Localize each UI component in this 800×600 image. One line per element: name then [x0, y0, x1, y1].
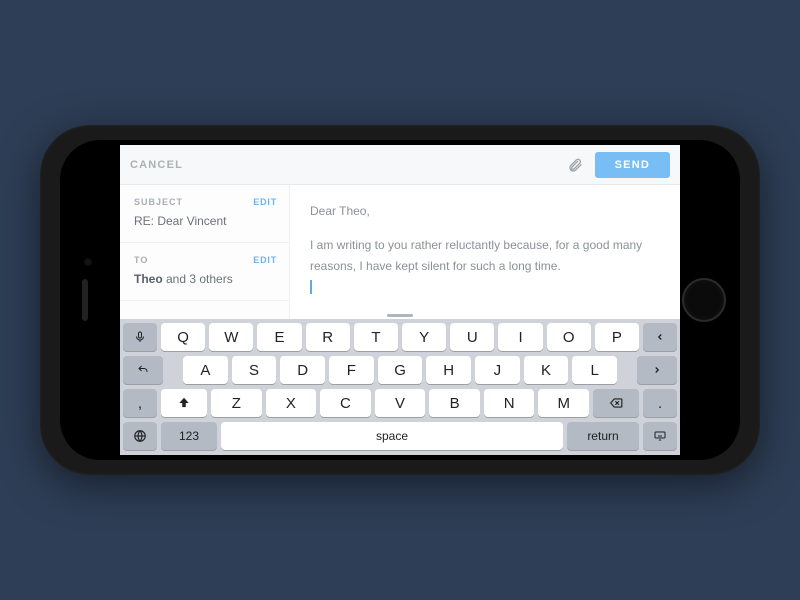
key-t[interactable]: T [354, 323, 398, 351]
attachment-icon[interactable] [565, 155, 585, 175]
chevron-left-icon [655, 331, 665, 343]
key-m[interactable]: M [538, 389, 589, 417]
keyboard-icon [652, 430, 668, 442]
to-label: TO [134, 255, 148, 265]
return-key[interactable]: return [567, 422, 639, 450]
subject-edit-button[interactable]: EDIT [253, 197, 277, 207]
compose-body: SUBJECT EDIT RE: Dear Vincent TO EDIT Th… [120, 185, 680, 319]
key-n[interactable]: N [484, 389, 535, 417]
keyboard-row-3: , Z X C V B N M . [123, 389, 677, 417]
cursor-right-key[interactable] [637, 356, 677, 384]
key-q[interactable]: Q [161, 323, 205, 351]
shift-icon [177, 396, 191, 410]
key-b[interactable]: B [429, 389, 480, 417]
key-a[interactable]: A [183, 356, 228, 384]
numbers-key[interactable]: 123 [161, 422, 217, 450]
home-button[interactable] [682, 278, 726, 322]
undo-icon [135, 364, 151, 376]
compose-greeting: Dear Theo, [310, 201, 660, 221]
key-j[interactable]: J [475, 356, 520, 384]
keyboard: Q W E R T Y U I O P [120, 319, 680, 455]
screen: CANCEL SEND SUBJECT EDIT [120, 145, 680, 455]
send-button[interactable]: SEND [595, 152, 670, 178]
globe-key[interactable] [123, 422, 157, 450]
key-h[interactable]: H [426, 356, 471, 384]
compose-toolbar: CANCEL SEND [120, 145, 680, 185]
key-w[interactable]: W [209, 323, 253, 351]
key-r[interactable]: R [306, 323, 350, 351]
key-l[interactable]: L [572, 356, 617, 384]
period-key[interactable]: . [643, 389, 677, 417]
text-cursor [310, 280, 312, 294]
backspace-icon [607, 396, 625, 410]
shift-key[interactable] [161, 389, 207, 417]
key-p[interactable]: P [595, 323, 639, 351]
meta-sidebar: SUBJECT EDIT RE: Dear Vincent TO EDIT Th… [120, 185, 290, 319]
key-v[interactable]: V [375, 389, 426, 417]
key-c[interactable]: C [320, 389, 371, 417]
cancel-button[interactable]: CANCEL [130, 159, 183, 171]
to-value: Theo and 3 others [134, 272, 277, 286]
to-edit-button[interactable]: EDIT [253, 255, 277, 265]
subject-label: SUBJECT [134, 197, 183, 207]
key-u[interactable]: U [450, 323, 494, 351]
microphone-icon [134, 330, 146, 344]
key-y[interactable]: Y [402, 323, 446, 351]
undo-key[interactable] [123, 356, 163, 384]
key-f[interactable]: F [329, 356, 374, 384]
key-k[interactable]: K [524, 356, 569, 384]
cursor-left-key[interactable] [643, 323, 677, 351]
phone-bezel: CANCEL SEND SUBJECT EDIT [60, 140, 740, 460]
key-d[interactable]: D [280, 356, 325, 384]
to-primary: Theo [134, 272, 163, 286]
to-block: TO EDIT Theo and 3 others [120, 243, 289, 301]
front-camera [84, 258, 92, 266]
key-i[interactable]: I [498, 323, 542, 351]
key-z[interactable]: Z [211, 389, 262, 417]
key-o[interactable]: O [547, 323, 591, 351]
comma-key[interactable]: , [123, 389, 157, 417]
keyboard-row-2: A S D F G H J K L [123, 356, 677, 384]
compose-paragraph: I am writing to you rather reluctantly b… [310, 235, 660, 276]
to-rest: and 3 others [163, 272, 233, 286]
backspace-key[interactable] [593, 389, 639, 417]
globe-icon [133, 429, 147, 443]
keyboard-row-4: 123 space return [123, 422, 677, 450]
keyboard-row-1: Q W E R T Y U I O P [123, 323, 677, 351]
compose-textarea[interactable]: Dear Theo, I am writing to you rather re… [290, 185, 680, 319]
chevron-right-icon [652, 364, 662, 376]
subject-value: RE: Dear Vincent [134, 214, 277, 228]
key-e[interactable]: E [257, 323, 301, 351]
key-s[interactable]: S [232, 356, 277, 384]
dictation-key[interactable] [123, 323, 157, 351]
space-key[interactable]: space [221, 422, 563, 450]
subject-block: SUBJECT EDIT RE: Dear Vincent [120, 185, 289, 243]
speaker-grille [82, 279, 88, 321]
phone-frame: CANCEL SEND SUBJECT EDIT [40, 125, 760, 475]
key-g[interactable]: G [378, 356, 423, 384]
key-x[interactable]: X [266, 389, 317, 417]
dismiss-keyboard-key[interactable] [643, 422, 677, 450]
